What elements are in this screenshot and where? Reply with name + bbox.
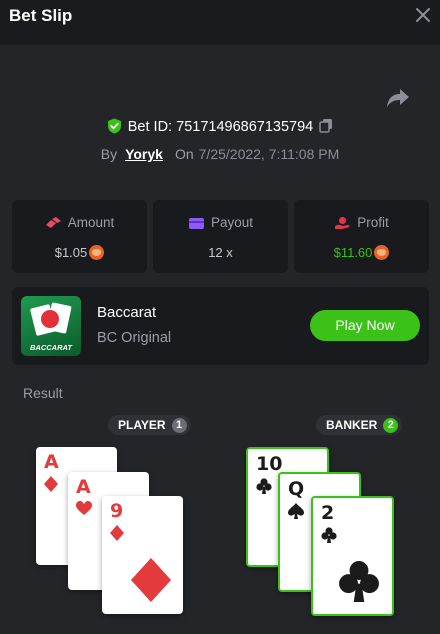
play-now-button[interactable]: Play Now [310, 310, 420, 341]
header-bar: Bet Slip [0, 0, 440, 45]
heart-icon [76, 501, 92, 515]
on-label: On [174, 146, 194, 162]
payout-card: Payout 12 x [153, 200, 288, 273]
card-rank: 10 [256, 453, 283, 475]
card-rank: Q [288, 478, 305, 500]
banker-badge: BANKER 2 [316, 415, 403, 435]
diamond-icon [110, 525, 124, 541]
wallet-icon [188, 218, 204, 229]
bet-id-row: Bet ID: 75171496867135794 [0, 118, 440, 135]
amount-value: $1.05 [54, 245, 88, 260]
user-link[interactable]: Yoryk [125, 146, 163, 162]
coins-icon [45, 217, 61, 228]
amount-label: Amount [67, 215, 115, 230]
copy-icon[interactable] [319, 118, 333, 133]
close-icon[interactable] [415, 7, 431, 23]
banker-card-3: 2 [311, 496, 394, 616]
share-icon[interactable] [386, 87, 410, 109]
club-icon [321, 527, 337, 543]
page-title: Bet Slip [9, 6, 73, 25]
game-card: BACCARAT Baccarat BC Original Play Now [12, 287, 429, 365]
bet-author-row: By Yoryk On 7/25/2022, 7:11:08 PM [0, 146, 440, 162]
amount-card: Amount $1.05 [12, 200, 147, 273]
result-label: Result [23, 385, 63, 401]
thumbnail-text: BACCARAT [30, 343, 72, 352]
shib-coin-icon [89, 245, 105, 260]
player-score: 1 [171, 418, 187, 433]
club-icon [339, 561, 379, 602]
profit-value: $11.60 [333, 245, 373, 260]
card-rank: 2 [321, 502, 335, 524]
baccarat-thumbnail[interactable]: BACCARAT [21, 296, 81, 356]
bet-id-label: Bet ID: [127, 119, 173, 135]
profit-label: Profit [357, 215, 389, 230]
diamond-icon [131, 558, 171, 602]
bet-date: 7/25/2022, 7:11:08 PM [198, 146, 340, 162]
hand-coin-icon [335, 217, 350, 229]
game-subtitle: BC Original [97, 330, 172, 346]
payout-value: 12 x [208, 245, 233, 260]
game-name: Baccarat [97, 304, 157, 321]
spade-icon [288, 503, 304, 519]
shib-coin-icon [374, 245, 390, 260]
player-card-3: 9 [102, 496, 183, 614]
player-badge: PLAYER 1 [108, 415, 191, 435]
profit-card: Profit $11.60 [294, 200, 429, 273]
diamond-icon [44, 476, 58, 492]
banker-score: 2 [383, 418, 399, 433]
card-rank: A [76, 476, 91, 498]
shield-check-icon [107, 118, 121, 134]
card-rank: A [44, 451, 59, 473]
banker-label: BANKER [326, 418, 378, 432]
bet-id-value: 75171496867135794 [176, 119, 314, 135]
by-label: By [100, 146, 118, 162]
card-rank: 9 [110, 500, 124, 522]
club-icon [256, 478, 272, 494]
payout-label: Payout [210, 215, 254, 230]
player-label: PLAYER [118, 418, 166, 432]
